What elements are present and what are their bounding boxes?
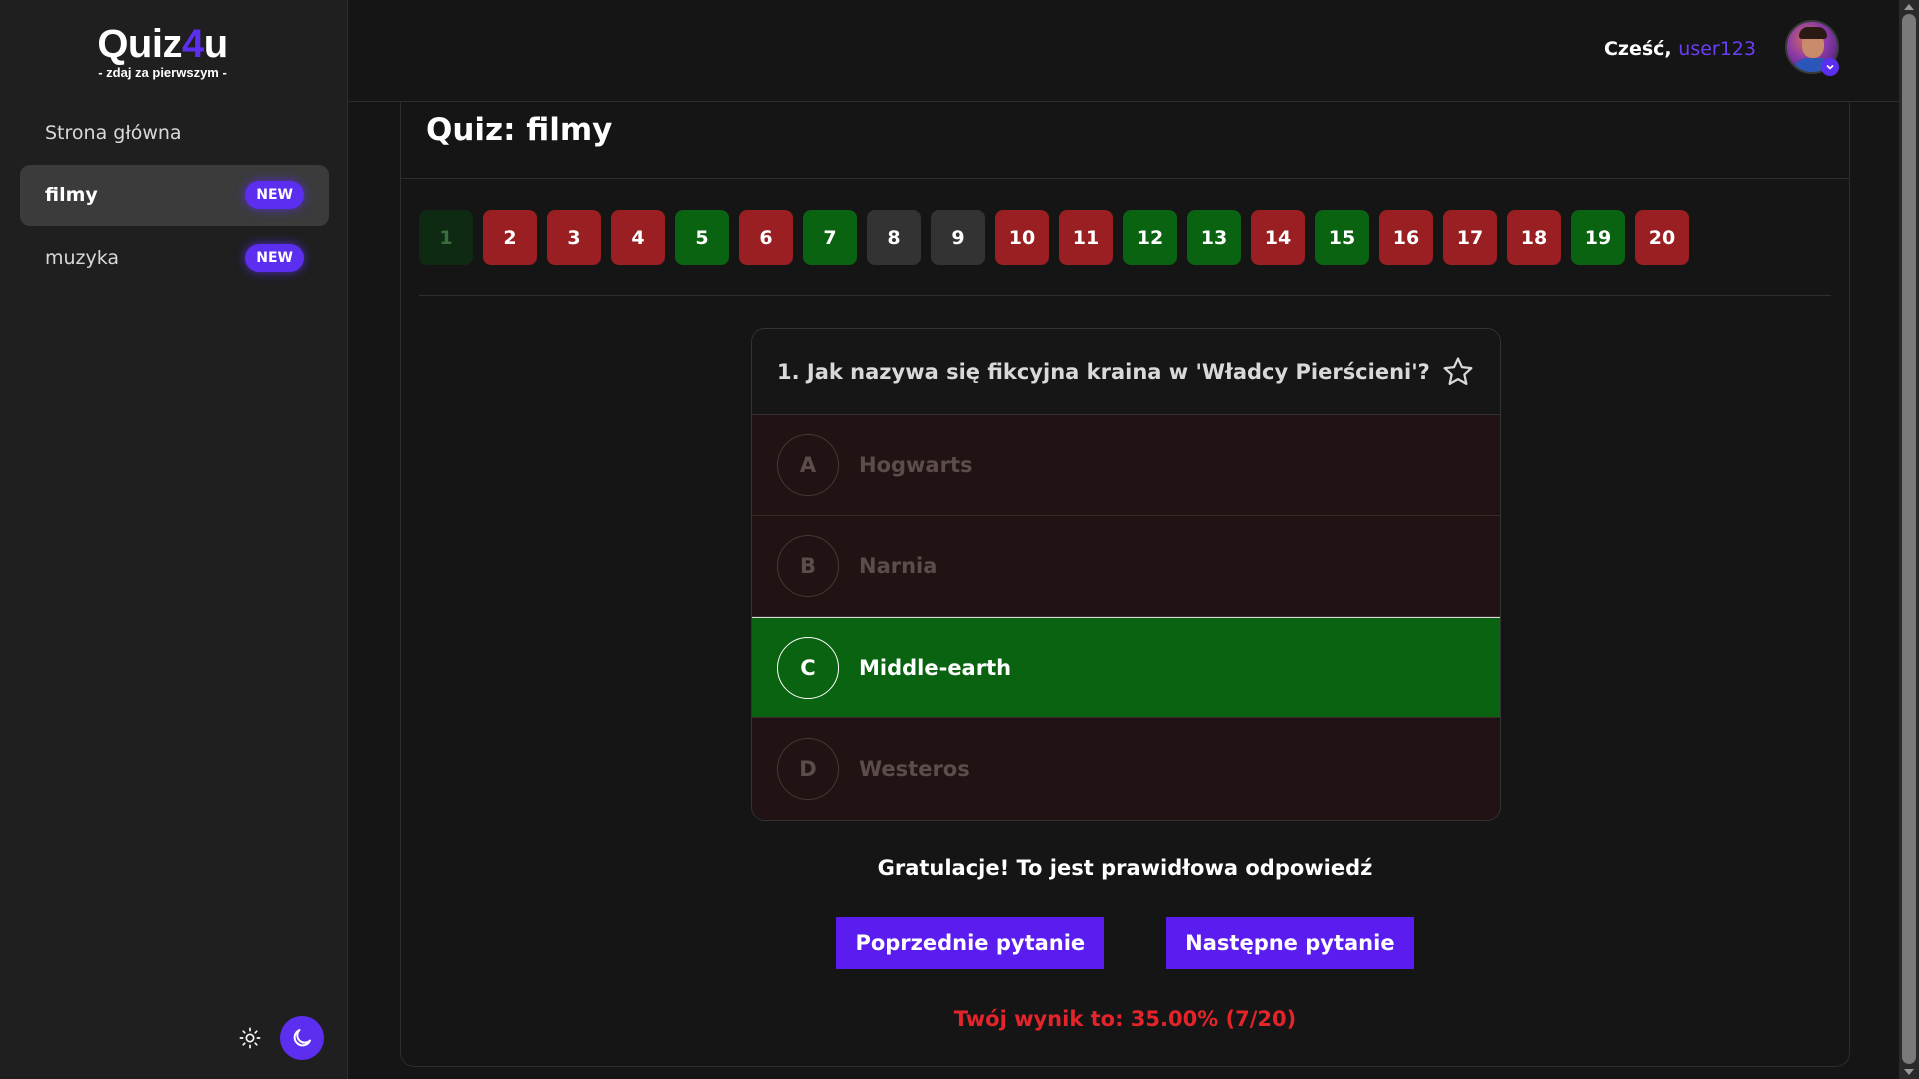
answer-text: Middle-earth bbox=[859, 655, 1012, 680]
question-number-button[interactable]: 7 bbox=[803, 210, 857, 265]
chevron-down-icon[interactable] bbox=[1821, 58, 1839, 76]
scroll-down-arrow-icon[interactable] bbox=[1904, 1069, 1914, 1075]
quiz-card: Quiz: filmy 1 2 3 4 5 6 7 8 9 10 11 12 13 14 15 16 17 18 1… bbox=[400, 102, 1850, 1067]
dark-mode-button[interactable] bbox=[280, 1016, 324, 1060]
question-number-button[interactable]: 8 bbox=[867, 210, 921, 265]
sun-icon[interactable] bbox=[236, 1024, 264, 1052]
question-header: 1. Jak nazywa się fikcyjna kraina w 'Wła… bbox=[752, 329, 1500, 415]
theme-toggle bbox=[236, 1016, 324, 1060]
divider bbox=[401, 178, 1849, 179]
question-number-button[interactable]: 20 bbox=[1635, 210, 1689, 265]
answer-text: Westeros bbox=[859, 757, 970, 781]
answer-letter: C bbox=[777, 636, 839, 699]
question-navigator: 1 2 3 4 5 6 7 8 9 10 11 12 13 14 15 16 17 18 19 20 bbox=[419, 210, 1689, 265]
answer-letter: D bbox=[777, 738, 839, 800]
sidebar-item-label: Strona główna bbox=[45, 121, 182, 144]
scroll-up-arrow-icon[interactable] bbox=[1904, 4, 1914, 10]
scrollbar-thumb[interactable] bbox=[1902, 14, 1916, 1064]
question-number-button[interactable]: 5 bbox=[675, 210, 729, 265]
sidebar-item-home[interactable]: Strona główna bbox=[20, 102, 329, 163]
answer-option-a[interactable]: A Hogwarts bbox=[752, 415, 1500, 516]
sidebar-nav: Strona główna filmy NEW muzyka NEW bbox=[20, 102, 329, 290]
question-number-button[interactable]: 1 bbox=[419, 210, 473, 265]
logo-wordmark: Quiz4u bbox=[97, 22, 228, 66]
new-badge: NEW bbox=[245, 243, 304, 272]
question-number-button[interactable]: 2 bbox=[483, 210, 537, 265]
answer-letter: A bbox=[777, 434, 839, 496]
question-number-button[interactable]: 17 bbox=[1443, 210, 1497, 265]
logo-tagline: - zdaj za pierwszym - bbox=[98, 65, 227, 80]
question-number-button[interactable]: 6 bbox=[739, 210, 793, 265]
question-number-button[interactable]: 13 bbox=[1187, 210, 1241, 265]
question-number-button[interactable]: 19 bbox=[1571, 210, 1625, 265]
question-number-button[interactable]: 14 bbox=[1251, 210, 1305, 265]
question-number-button[interactable]: 16 bbox=[1379, 210, 1433, 265]
question-number-button[interactable]: 11 bbox=[1059, 210, 1113, 265]
sidebar-item-filmy[interactable]: filmy NEW bbox=[20, 164, 329, 226]
question-panel: 1. Jak nazywa się fikcyjna kraina w 'Wła… bbox=[751, 328, 1501, 821]
answer-text: Hogwarts bbox=[859, 453, 973, 477]
sidebar-item-muzyka[interactable]: muzyka NEW bbox=[20, 227, 329, 288]
answer-option-c[interactable]: C Middle-earth bbox=[752, 617, 1500, 718]
scrollbar[interactable] bbox=[1899, 0, 1919, 1079]
user-greeting: Cześć, user123 bbox=[1603, 38, 1756, 60]
answer-option-b[interactable]: B Narnia bbox=[752, 516, 1500, 617]
question-number-button[interactable]: 15 bbox=[1315, 210, 1369, 265]
question-number-button[interactable]: 12 bbox=[1123, 210, 1177, 265]
question-number-button[interactable]: 10 bbox=[995, 210, 1049, 265]
previous-question-button[interactable]: Poprzednie pytanie bbox=[836, 917, 1105, 969]
question-number-button[interactable]: 9 bbox=[931, 210, 985, 265]
answer-text: Narnia bbox=[859, 554, 938, 578]
username[interactable]: user123 bbox=[1678, 38, 1756, 60]
question-number-button[interactable]: 4 bbox=[611, 210, 665, 265]
answer-letter: B bbox=[777, 535, 839, 597]
new-badge: NEW bbox=[245, 181, 304, 209]
question-number-button[interactable]: 3 bbox=[547, 210, 601, 265]
sidebar-item-label: muzyka bbox=[45, 246, 120, 269]
answer-option-d[interactable]: D Westeros bbox=[752, 718, 1500, 820]
logo[interactable]: Quiz4u - zdaj za pierwszym - bbox=[0, 22, 325, 80]
next-question-button[interactable]: Następne pytanie bbox=[1166, 917, 1414, 969]
question-number-button[interactable]: 18 bbox=[1507, 210, 1561, 265]
divider bbox=[419, 295, 1831, 296]
question-text: 1. Jak nazywa się fikcyjna kraina w 'Wła… bbox=[777, 359, 1430, 384]
top-header: Cześć, user123 bbox=[349, 0, 1899, 102]
star-icon[interactable] bbox=[1441, 355, 1475, 389]
question-nav-buttons: Poprzednie pytanie Następne pytanie bbox=[401, 917, 1849, 969]
moon-icon bbox=[293, 1029, 311, 1047]
score-text: Twój wynik to: 35.00% (7/20) bbox=[953, 1007, 1297, 1031]
feedback-message: Gratulacje! To jest prawidłowa odpowiedź bbox=[877, 856, 1373, 880]
sidebar: Quiz4u - zdaj za pierwszym - Strona głów… bbox=[0, 0, 348, 1079]
sidebar-item-label: filmy bbox=[45, 184, 98, 206]
page-title: Quiz: filmy bbox=[426, 112, 613, 148]
